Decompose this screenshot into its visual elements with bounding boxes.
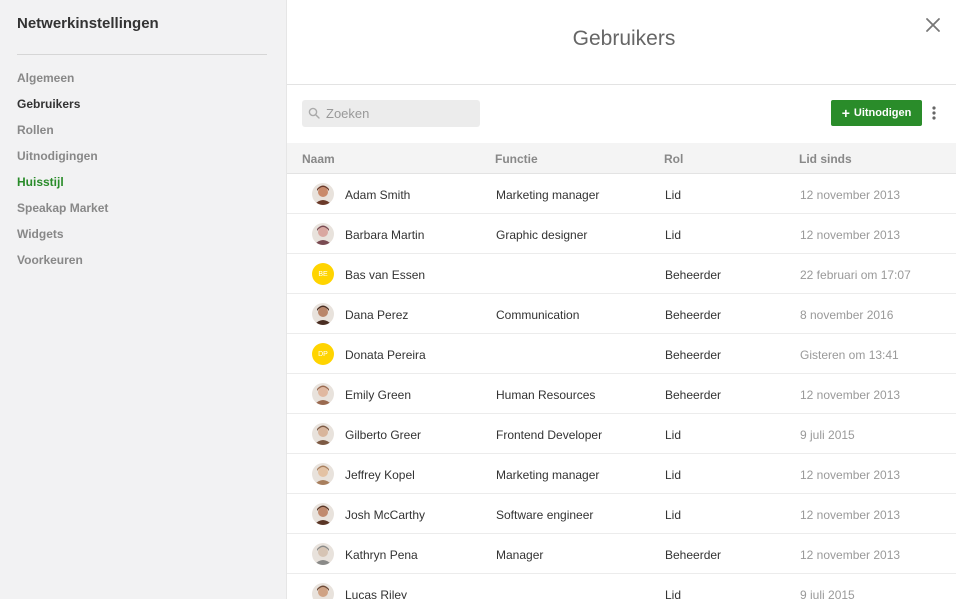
- sidebar-item-voorkeuren[interactable]: Voorkeuren: [17, 251, 108, 277]
- table-row[interactable]: Jeffrey Kopel Marketing manager Lid 12 nove…: [287, 454, 956, 494]
- table-row[interactable]: Lucas Riley Lid 9 juli 2015: [287, 574, 956, 599]
- table-row[interactable]: Josh McCarthy Software engineer Lid 12 nove…: [287, 494, 956, 534]
- sidebar-nav: Algemeen Gebruikers Rollen Uitnodigingen…: [17, 69, 108, 277]
- cell-function: Graphic designer: [496, 228, 588, 242]
- cell-role: Lid: [665, 588, 682, 599]
- avatar: [312, 543, 334, 565]
- search-icon: [308, 107, 320, 119]
- table-row[interactable]: DP Donata Pereira Beheerder Gisteren om 13:…: [287, 334, 956, 374]
- cell-name: Barbara Martin: [345, 228, 425, 242]
- cell-member-since: 9 juli 2015: [800, 588, 855, 599]
- column-header-name[interactable]: Naam: [302, 152, 335, 166]
- more-vertical-icon: [932, 106, 936, 120]
- table-row[interactable]: Adam Smith Marketing manager Lid 12 novembe…: [287, 174, 956, 214]
- close-icon: [926, 18, 940, 32]
- panel-header: Gebruikers: [287, 0, 956, 85]
- table-row[interactable]: BE Bas van Essen Beheerder 22 februari om 1…: [287, 254, 956, 294]
- sidebar-item-speakap-market[interactable]: Speakap Market: [17, 199, 108, 225]
- cell-function: Communication: [496, 308, 580, 322]
- cell-member-since: 12 november 2013: [800, 188, 901, 202]
- cell-role: Beheerder: [665, 308, 722, 322]
- cell-member-since: 9 juli 2015: [800, 428, 855, 442]
- cell-name: Kathryn Pena: [345, 548, 418, 562]
- sidebar-item-algemeen[interactable]: Algemeen: [17, 69, 108, 95]
- cell-member-since: 12 november 2013: [800, 228, 901, 242]
- avatar-initials: DP: [312, 343, 334, 365]
- table-row[interactable]: Barbara Martin Graphic designer Lid 12 nove…: [287, 214, 956, 254]
- cell-member-since: 12 november 2013: [800, 508, 901, 522]
- avatar: [312, 223, 334, 245]
- sidebar: Netwerkinstellingen Algemeen Gebruikers …: [0, 0, 287, 599]
- cell-member-since: Gisteren om 13:41: [800, 348, 899, 362]
- avatar: [312, 583, 334, 599]
- cell-function: Frontend Developer: [496, 428, 603, 442]
- cell-name: Lucas Riley: [345, 588, 408, 599]
- toolbar: + Uitnodigen: [287, 85, 956, 143]
- cell-name: Gilberto Greer: [345, 428, 422, 442]
- cell-member-since: 12 november 2013: [800, 388, 901, 402]
- table-row[interactable]: Kathryn Pena Manager Beheerder 12 november …: [287, 534, 956, 574]
- avatar: [312, 503, 334, 525]
- cell-name: Josh McCarthy: [345, 508, 426, 522]
- cell-role: Beheerder: [665, 348, 722, 362]
- sidebar-item-rollen[interactable]: Rollen: [17, 121, 108, 147]
- main-panel: Gebruikers + Uitnodigen Naa: [287, 0, 956, 599]
- sidebar-item-widgets[interactable]: Widgets: [17, 225, 108, 251]
- table-row[interactable]: Emily Green Human Resources Beheerder 12 no…: [287, 374, 956, 414]
- plus-icon: +: [841, 105, 850, 121]
- cell-function: Manager: [496, 548, 544, 562]
- cell-function: Marketing manager: [496, 468, 600, 482]
- table-header: Naam Functie Rol Lid sinds: [287, 143, 956, 174]
- cell-name: Bas van Essen: [345, 268, 426, 282]
- invite-button-label: Uitnodigen: [853, 107, 912, 119]
- cell-role: Lid: [665, 228, 682, 242]
- cell-name: Jeffrey Kopel: [345, 468, 415, 482]
- cell-role: Lid: [665, 468, 682, 482]
- cell-member-since: 12 november 2013: [800, 468, 901, 482]
- cell-role: Beheerder: [665, 388, 722, 402]
- table-row[interactable]: Dana Perez Communication Beheerder 8 novemb…: [287, 294, 956, 334]
- sidebar-item-gebruikers[interactable]: Gebruikers: [17, 95, 108, 121]
- table-row[interactable]: Gilberto Greer Frontend Developer Lid 9 jul…: [287, 414, 956, 454]
- cell-member-since: 22 februari om 17:07: [800, 268, 911, 282]
- avatar: [312, 383, 334, 405]
- cell-name: Adam Smith: [345, 188, 411, 202]
- cell-member-since: 12 november 2013: [800, 548, 901, 562]
- more-options-button[interactable]: [928, 104, 940, 122]
- avatar: [312, 183, 334, 205]
- search-input[interactable]: [326, 100, 476, 127]
- cell-member-since: 8 november 2016: [800, 308, 894, 322]
- cell-role: Beheerder: [665, 548, 722, 562]
- sidebar-divider: [17, 54, 267, 55]
- cell-name: Donata Pereira: [345, 348, 426, 362]
- column-header-function[interactable]: Functie: [495, 152, 538, 166]
- cell-function: Human Resources: [496, 388, 596, 402]
- cell-function: Software engineer: [496, 508, 594, 522]
- invite-button[interactable]: + Uitnodigen: [831, 100, 922, 126]
- avatar: [312, 463, 334, 485]
- sidebar-item-huisstijl[interactable]: Huisstijl: [17, 173, 108, 199]
- column-header-role[interactable]: Rol: [664, 152, 683, 166]
- user-list: Adam Smith Marketing manager Lid 12 novembe…: [287, 174, 956, 599]
- sidebar-item-uitnodigingen[interactable]: Uitnodigingen: [17, 147, 108, 173]
- avatar: [312, 423, 334, 445]
- avatar: [312, 303, 334, 325]
- cell-role: Lid: [665, 188, 682, 202]
- cell-role: Lid: [665, 428, 682, 442]
- cell-name: Emily Green: [345, 388, 412, 402]
- cell-role: Lid: [665, 508, 682, 522]
- avatar-initials: BE: [312, 263, 334, 285]
- column-header-member-since[interactable]: Lid sinds: [799, 152, 852, 166]
- page-title: Gebruikers: [572, 27, 676, 50]
- search-box: [302, 100, 480, 127]
- cell-role: Beheerder: [665, 268, 722, 282]
- close-button[interactable]: [924, 16, 942, 34]
- sidebar-title: Netwerkinstellingen: [17, 15, 159, 32]
- cell-function: Marketing manager: [496, 188, 600, 202]
- cell-name: Dana Perez: [345, 308, 409, 322]
